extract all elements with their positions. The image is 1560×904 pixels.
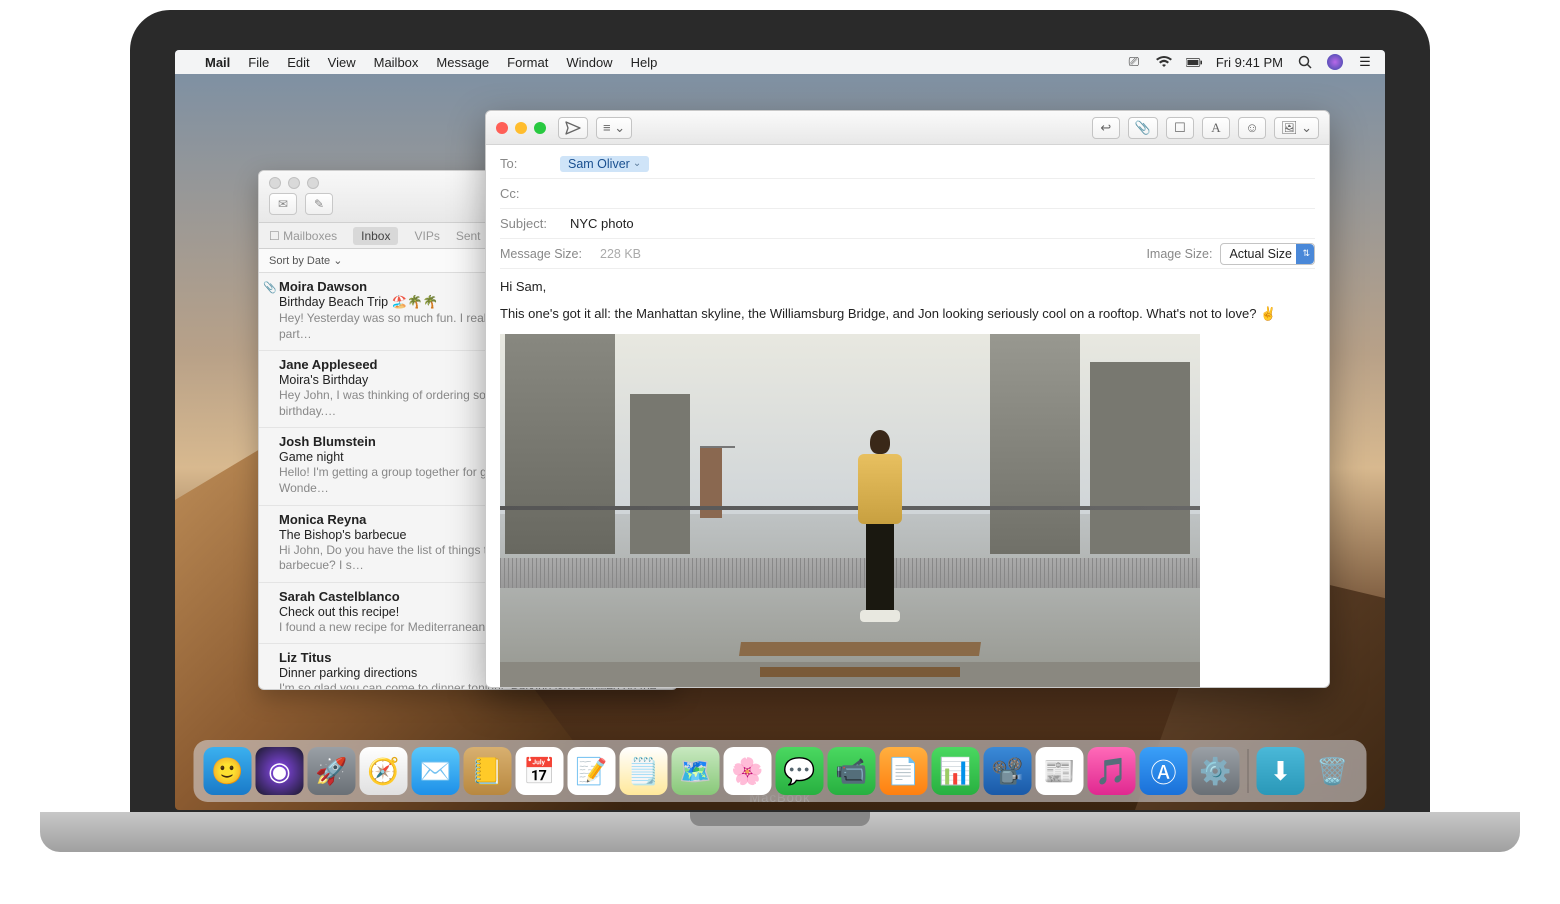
subject-label: Subject:	[500, 216, 570, 231]
emoji-button[interactable]: ☺	[1238, 117, 1266, 139]
favorite-sent[interactable]: Sent	[456, 229, 481, 243]
menu-window[interactable]: Window	[566, 55, 612, 70]
dock-safari[interactable]: 🧭	[360, 747, 408, 795]
message-sender: Jane Appleseed	[279, 357, 378, 372]
body-greeting: Hi Sam,	[500, 279, 1315, 294]
message-sender: Monica Reyna	[279, 512, 366, 527]
inbox-zoom-button[interactable]	[307, 177, 319, 189]
dock-news[interactable]: 📰	[1036, 747, 1084, 795]
menubar: Mail File Edit View Mailbox Message Form…	[175, 50, 1385, 74]
dock-siri[interactable]: ◉	[256, 747, 304, 795]
dock-keynote[interactable]: 📽️	[984, 747, 1032, 795]
menu-message[interactable]: Message	[436, 55, 489, 70]
compose-headers: To: Sam Oliver Cc: Subject: NYC photo Me…	[486, 145, 1329, 269]
inbox-minimize-button[interactable]	[288, 177, 300, 189]
reply-button[interactable]: ↩	[1092, 117, 1120, 139]
dock-downloads[interactable]: ⬇	[1257, 747, 1305, 795]
desktop-screen: Mail File Edit View Mailbox Message Form…	[175, 50, 1385, 810]
send-button[interactable]	[558, 117, 588, 139]
compose-button[interactable]: ✎	[305, 193, 333, 215]
laptop-base: MacBook	[40, 812, 1520, 852]
subject-field[interactable]: NYC photo	[570, 216, 634, 231]
compose-minimize-button[interactable]	[515, 122, 527, 134]
message-sender: Josh Blumstein	[279, 434, 376, 449]
image-size-label: Image Size:	[1146, 247, 1212, 261]
message-sender: Sarah Castelblanco	[279, 589, 400, 604]
attached-photo[interactable]	[500, 334, 1200, 687]
subject-row: Subject: NYC photo	[500, 209, 1315, 239]
format-button[interactable]: A	[1202, 117, 1230, 139]
dock-reminders[interactable]: 📝	[568, 747, 616, 795]
dock-mail[interactable]: ✉️	[412, 747, 460, 795]
to-row: To: Sam Oliver	[500, 149, 1315, 179]
app-menu[interactable]: Mail	[205, 55, 230, 70]
siri-icon[interactable]	[1327, 54, 1343, 70]
dock-launchpad[interactable]: 🚀	[308, 747, 356, 795]
show-mailboxes-button[interactable]: ☐ Mailboxes	[269, 229, 337, 243]
favorite-vips[interactable]: VIPs	[414, 229, 439, 243]
dock-facetime[interactable]: 📹	[828, 747, 876, 795]
battery-icon[interactable]	[1186, 57, 1202, 68]
dock-trash[interactable]: 🗑️	[1309, 747, 1357, 795]
dock-pages[interactable]: 📄	[880, 747, 928, 795]
laptop-frame: Mail File Edit View Mailbox Message Form…	[130, 10, 1430, 840]
dock-photos[interactable]: 🌸	[724, 747, 772, 795]
cc-row[interactable]: Cc:	[500, 179, 1315, 209]
dock-calendar[interactable]: 📅	[516, 747, 564, 795]
get-mail-button[interactable]: ✉	[269, 193, 297, 215]
menu-mailbox[interactable]: Mailbox	[374, 55, 419, 70]
menu-view[interactable]: View	[328, 55, 356, 70]
compose-traffic-lights	[496, 122, 546, 134]
attach-button[interactable]: 📎	[1128, 117, 1158, 139]
sort-dropdown[interactable]: Sort by Date ⌄	[269, 254, 342, 267]
dock-maps[interactable]: 🗺️	[672, 747, 720, 795]
dock-finder[interactable]: 🙂	[204, 747, 252, 795]
inbox-close-button[interactable]	[269, 177, 281, 189]
compose-titlebar: ≡ ⌄ ↩ 📎 ☐ A ☺ 🖼 ⌄	[486, 111, 1329, 145]
menu-file[interactable]: File	[248, 55, 269, 70]
menu-help[interactable]: Help	[631, 55, 658, 70]
dock-contacts[interactable]: 📒	[464, 747, 512, 795]
size-label: Message Size:	[500, 247, 600, 261]
favorite-inbox[interactable]: Inbox	[353, 227, 398, 245]
size-value: 228 KB	[600, 247, 641, 261]
compose-window: ≡ ⌄ ↩ 📎 ☐ A ☺ 🖼 ⌄ To: Sam Oliver Cc:	[485, 110, 1330, 688]
size-row: Message Size: 228 KB Image Size: Actual …	[500, 239, 1315, 269]
message-sender: Moira Dawson	[279, 279, 367, 294]
wifi-icon[interactable]	[1156, 56, 1172, 68]
photo-browser-button[interactable]: 🖼 ⌄	[1274, 117, 1319, 139]
dock: 🙂◉🚀🧭✉️📒📅📝🗒️🗺️🌸💬📹📄📊📽️📰🎵Ⓐ⚙️ ⬇🗑️	[194, 740, 1367, 802]
header-fields-button[interactable]: ≡ ⌄	[596, 117, 632, 139]
dock-separator	[1248, 749, 1249, 793]
menu-format[interactable]: Format	[507, 55, 548, 70]
to-label: To:	[500, 156, 560, 171]
markup-button[interactable]: ☐	[1166, 117, 1194, 139]
menubar-clock[interactable]: Fri 9:41 PM	[1216, 55, 1283, 70]
laptop-notch	[690, 812, 870, 826]
spotlight-icon[interactable]	[1297, 55, 1313, 69]
attachment-icon: 📎	[263, 281, 277, 294]
compose-zoom-button[interactable]	[534, 122, 546, 134]
to-recipient-token[interactable]: Sam Oliver	[560, 156, 649, 172]
menu-edit[interactable]: Edit	[287, 55, 309, 70]
body-text: This one's got it all: the Manhattan sky…	[500, 306, 1315, 322]
dock-numbers[interactable]: 📊	[932, 747, 980, 795]
notification-center-icon[interactable]: ☰	[1357, 54, 1373, 70]
airplay-icon[interactable]: ⎚	[1126, 54, 1142, 70]
dock-appstore[interactable]: Ⓐ	[1140, 747, 1188, 795]
compose-body[interactable]: Hi Sam, This one's got it all: the Manha…	[486, 269, 1329, 687]
dock-preferences[interactable]: ⚙️	[1192, 747, 1240, 795]
message-sender: Liz Titus	[279, 650, 331, 665]
dock-notes[interactable]: 🗒️	[620, 747, 668, 795]
dock-messages[interactable]: 💬	[776, 747, 824, 795]
dock-itunes[interactable]: 🎵	[1088, 747, 1136, 795]
cc-label: Cc:	[500, 186, 560, 201]
compose-close-button[interactable]	[496, 122, 508, 134]
image-size-select[interactable]: Actual Size⇅	[1220, 243, 1315, 265]
